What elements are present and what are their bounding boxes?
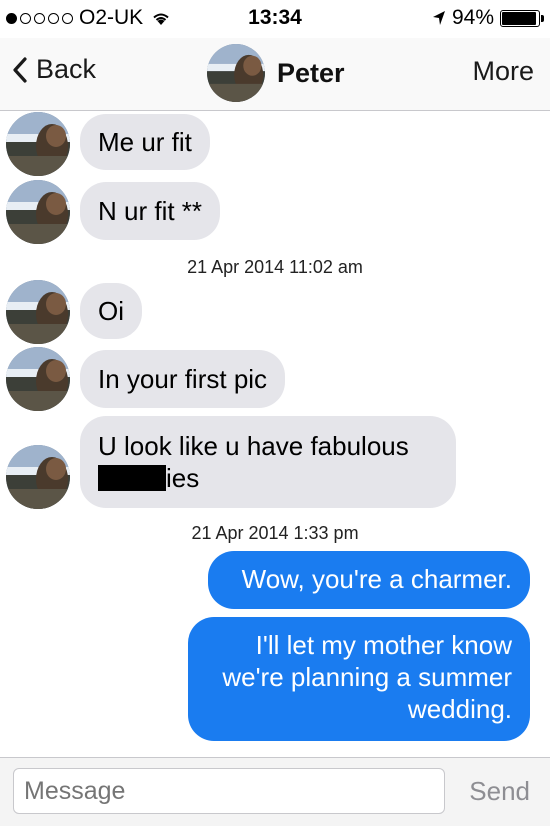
incoming-message: U look like u have fabulous ies [80,416,456,508]
message-text-line: U look like u have fabulous [98,431,409,461]
message-text: Me ur fit [98,127,192,157]
message-text-fragment: ies [166,463,200,493]
message-text: N ur fit ** [98,196,203,226]
outgoing-message: I'll let my mother know we're planning a… [188,617,530,741]
compose-bar: Send [0,757,550,826]
sender-avatar [6,180,70,244]
message-text-line: wedding. [407,694,512,724]
timestamp: 21 Apr 2014 1:33 pm [191,523,359,543]
message-text-line: I'll let my mother know [255,630,512,660]
status-bar: O2-UK 13:34 94% [0,0,550,38]
incoming-message: Oi [80,283,142,339]
message-text-line: we're planning a summer [222,662,512,692]
message-text: Wow, you're a charmer. [241,564,512,594]
message-text: In your first pic [98,364,268,394]
battery-percentage: 94% [451,6,494,29]
message-text-line: ies [98,462,438,494]
more-button[interactable]: More [472,56,534,87]
contact-name: Peter [277,57,345,88]
sender-avatar [6,445,70,509]
message-text: Oi [98,296,124,326]
incoming-message: Me ur fit [80,114,210,170]
back-label: Back [36,54,97,84]
message-input[interactable] [13,768,445,814]
location-arrow-icon [432,11,445,25]
outgoing-message: Wow, you're a charmer. [208,551,530,609]
sender-avatar [6,112,70,176]
send-button[interactable]: Send [469,776,530,807]
status-right: 94% [432,6,544,30]
chevron-left-icon [13,56,27,83]
battery-icon [500,9,544,27]
incoming-message: N ur fit ** [80,182,221,240]
timestamp: 21 Apr 2014 11:02 am [187,257,363,277]
navigation-bar: Back Peter More [0,38,550,111]
contact-header[interactable]: Peter [207,44,345,102]
sender-avatar [6,347,70,411]
redaction-block [98,465,166,491]
sender-avatar [6,280,70,344]
contact-avatar[interactable] [207,44,265,102]
incoming-message: In your first pic [80,350,286,408]
back-button[interactable]: Back [12,54,96,85]
